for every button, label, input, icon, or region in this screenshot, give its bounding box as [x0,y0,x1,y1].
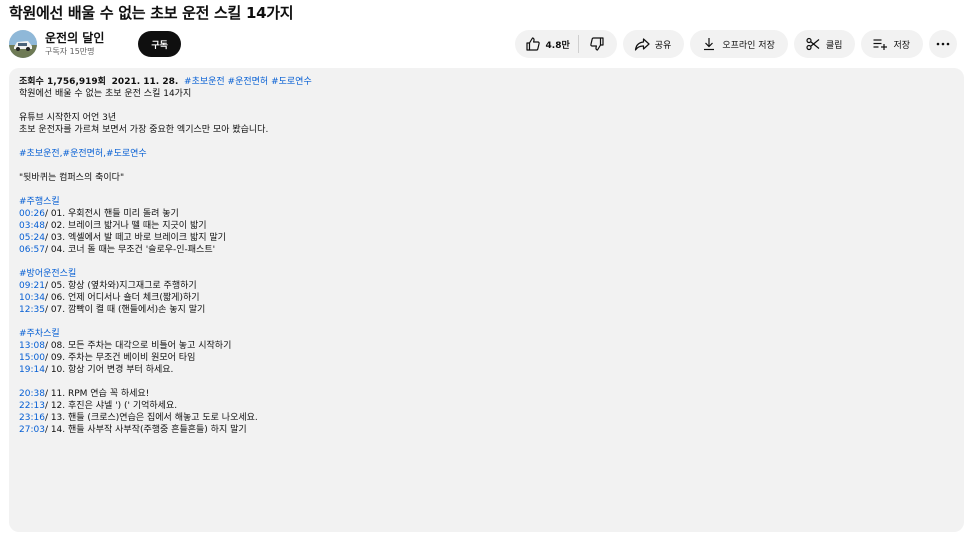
timestamp-link[interactable]: 15:00 [19,353,45,363]
section-heading[interactable]: #주행스킬 [19,196,954,208]
chapter-title: / 13. 핸들 (크로스)연습은 집에서 해놓고 도로 나오세요. [44,413,258,423]
timestamp-link[interactable]: 09:21 [19,281,45,291]
chapter-item: 19:14/ 10. 항상 기어 변경 부터 하세요. [19,364,954,376]
description-line: 학원에선 배울 수 없는 초보 운전 스킬 14가지 [19,89,192,99]
timestamp-link[interactable]: 12:35 [19,305,45,315]
timestamp-link[interactable]: 05:24 [19,233,45,243]
chapter-title: / 05. 항상 (옆차와)지그재그로 주행하기 [44,281,197,291]
chapter-title: / 10. 항상 기어 변경 부터 하세요. [44,365,174,375]
chapter-title: / 06. 언제 어디서나 숄더 체크(짧게)하기 [44,293,200,303]
chapter-title: / 01. 우회전시 핸들 미리 돌려 놓기 [44,209,179,219]
section-heading[interactable]: #방어운전스킬 [19,268,954,280]
download-icon [701,36,717,52]
like-button[interactable]: 4.8만 [515,30,578,58]
timestamp-link[interactable]: 23:16 [19,413,45,423]
chapter-title: / 03. 엑셀에서 발 떼고 바로 브레이크 밟지 말기 [44,233,226,243]
timestamp-link[interactable]: 06:57 [19,245,45,255]
chapter-title: / 04. 코너 돌 때는 무조건 '슬로우-인-패스트' [44,245,216,255]
like-dislike-group: 4.8만 [514,30,617,58]
like-count: 4.8만 [545,40,570,51]
subscribe-button[interactable]: 구독 [138,31,181,57]
download-button[interactable]: 오프라인 저장 [690,30,788,58]
timestamp-link[interactable]: 10:34 [19,293,45,303]
timestamp-link[interactable]: 20:38 [19,389,45,399]
save-button[interactable]: 저장 [861,30,923,58]
description-quote: "뒷바퀴는 컴퍼스의 축이다" [19,173,125,183]
chapter-item: 12:35/ 07. 깜빡이 켤 때 (핸들에서)손 놓지 말기 [19,304,954,316]
video-title: 학원에선 배울 수 없는 초보 운전 스킬 14가지 [9,4,294,22]
subscriber-count: 구독자 15만명 [45,46,95,56]
action-bar: 4.8만 공유 오프라인 저장 클립 저장 [514,30,957,58]
channel-meta: 운전의 달인 구독자 15만명 [45,31,104,58]
chapter-item: 13:08/ 08. 모든 주차는 대각으로 비틀어 놓고 시작하기 [19,340,954,352]
more-icon [935,36,951,52]
chapter-item: 03:48/ 02. 브레이크 밟거나 뗄 때는 지긋이 밟기 [19,220,954,232]
video-description[interactable]: 조회수 1,756,919회 2021. 11. 28. #초보운전 #운전면허… [9,68,964,532]
timestamp-link[interactable]: 27:03 [19,425,45,435]
hashtag-line[interactable]: #초보운전,#운전면허,#도로연수 [19,148,954,160]
dislike-button[interactable] [577,35,617,53]
chapter-item: 00:26/ 01. 우회전시 핸들 미리 돌려 놓기 [19,208,954,220]
thumbs-down-icon [589,36,605,52]
save-label: 저장 [893,40,910,51]
chapter-item: 23:16/ 13. 핸들 (크로스)연습은 집에서 해놓고 도로 나오세요. [19,412,954,424]
chapter-title: / 02. 브레이크 밟거나 뗄 때는 지긋이 밟기 [44,221,207,231]
channel-avatar[interactable] [9,30,37,58]
chapter-item: 20:38/ 11. RPM 연습 꼭 하세요! [19,388,954,400]
clip-label: 클립 [825,40,843,51]
timestamp-link[interactable]: 03:48 [19,221,45,231]
timestamp-link[interactable]: 22:13 [19,401,45,411]
chapter-title: / 12. 후진은 샤넬 ') (' 기억하세요. [44,401,178,411]
description-line: 초보 운전자를 가르쳐 보면서 가장 중요한 엑기스만 모아 봤습니다. [19,125,269,135]
clip-button[interactable]: 클립 [793,30,856,58]
scissors-icon [805,36,821,52]
view-count: 조회수 1,756,919회 [19,77,106,87]
chapter-title: / 08. 모든 주차는 대각으로 비틀어 놓고 시작하기 [44,341,232,351]
chapter-item: 27:03/ 14. 핸들 사부작 사부작(주행중 흔들흔들) 하지 말기 [19,424,954,436]
timestamp-link[interactable]: 00:26 [19,209,45,219]
chapter-item: 09:21/ 05. 항상 (옆차와)지그재그로 주행하기 [19,280,954,292]
thumbs-up-icon [525,36,541,52]
share-icon [634,36,650,52]
chapter-title: / 07. 깜빡이 켤 때 (핸들에서)손 놓지 말기 [44,305,206,315]
chapter-item: 05:24/ 03. 엑셀에서 발 떼고 바로 브레이크 밟지 말기 [19,232,954,244]
share-label: 공유 [654,40,672,51]
chapter-title: / 11. RPM 연습 꼭 하세요! [44,389,150,399]
timestamp-link[interactable]: 13:08 [19,341,45,351]
description-line: 유튜브 시작한지 어언 3년 [19,113,117,123]
description-meta: 조회수 1,756,919회 2021. 11. 28. #초보운전 #운전면허… [19,76,954,88]
channel-name[interactable]: 운전의 달인 [45,31,104,45]
channel-owner: 운전의 달인 구독자 15만명 구독 [9,28,181,60]
more-actions-button[interactable] [929,30,957,58]
chapter-item: 15:00/ 09. 주차는 무조건 베이비 원모어 타임 [19,352,954,364]
upload-date: 2021. 11. 28. [111,77,179,87]
playlist-add-icon [872,36,888,52]
chapter-title: / 14. 핸들 사부작 사부작(주행중 흔들흔들) 하지 말기 [44,425,247,435]
download-label: 오프라인 저장 [722,40,775,51]
chapter-item: 06:57/ 04. 코너 돌 때는 무조건 '슬로우-인-패스트' [19,244,954,256]
chapter-title: / 09. 주차는 무조건 베이비 원모어 타임 [44,353,196,363]
share-button[interactable]: 공유 [622,30,685,58]
header-hashtags[interactable]: #초보운전 #운전면허 #도로연수 [184,77,312,87]
section-heading[interactable]: #주차스킬 [19,328,954,340]
chapter-item: 22:13/ 12. 후진은 샤넬 ') (' 기억하세요. [19,400,954,412]
chapter-item: 10:34/ 06. 언제 어디서나 숄더 체크(짧게)하기 [19,292,954,304]
timestamp-link[interactable]: 19:14 [19,365,45,375]
